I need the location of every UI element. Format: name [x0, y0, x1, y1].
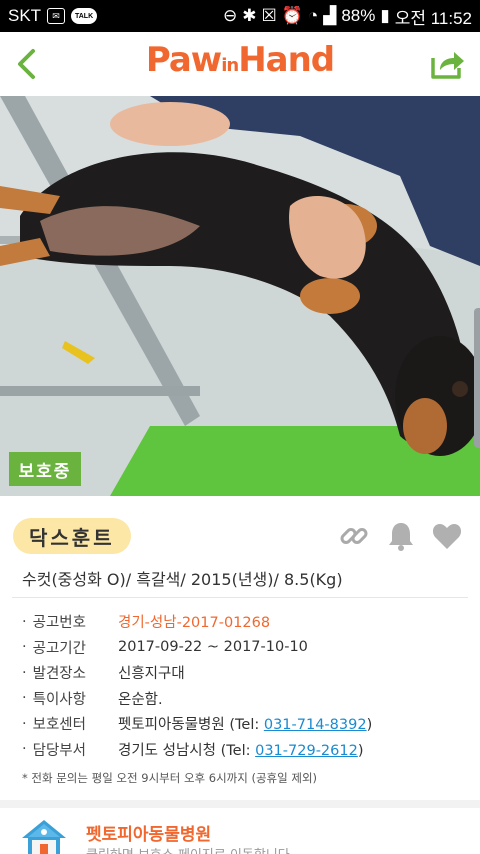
- heart-icon: [432, 524, 462, 549]
- notice-number: 경기-성남-2017-01268: [118, 615, 271, 632]
- divider: [12, 597, 468, 598]
- info-row-feature: · 특이사항 온순함.: [22, 686, 472, 712]
- info-row-dept: · 담당부서 경기도 성남시청 (Tel: 031-729-2612): [22, 741, 364, 759]
- call-hours-note: * 전화 문의는 평일 오전 9시부터 오후 6시까지 (공휴일 제외): [22, 771, 318, 785]
- dog-photo-image: [0, 96, 480, 496]
- side-scroll-tab: [474, 308, 480, 448]
- share-icon: [431, 52, 464, 79]
- center-name: 펫토피아동물병원: [118, 717, 225, 734]
- app-bar: PawinHand: [0, 32, 480, 96]
- battery-percent: 88%: [341, 6, 376, 25]
- alarm-icon: ⏰: [281, 6, 303, 25]
- notice-period: 2017-09-22 ~ 2017-10-10: [118, 639, 308, 656]
- shelter-house-icon: [22, 820, 66, 854]
- shelter-link[interactable]: 펫토피아동물병원 클릭하면 보호소 페이지로 이동합니다: [0, 800, 480, 854]
- dept-phone-link[interactable]: 031-729-2612: [255, 743, 358, 759]
- dept-name: 경기도 성남시청: [118, 742, 216, 759]
- info-row-found: · 발견장소 신흥지구대: [22, 660, 472, 686]
- signal-icon: ▟: [323, 6, 337, 25]
- talk-icon: TALK: [71, 8, 98, 24]
- info-list: · 공고번호 경기-성남-2017-01268 · 공고기간 2017-09-22 …: [22, 609, 472, 762]
- vibrate-icon: ☒: [261, 6, 277, 25]
- bell-icon: [389, 523, 413, 551]
- animal-summary: 수컷(중성화 O)/ 흑갈색/ 2015(년생)/ 8.5(Kg): [22, 570, 343, 589]
- special-notes: 온순함.: [118, 691, 163, 708]
- shelter-subtitle: 클릭하면 보호소 페이지로 이동합니다: [86, 844, 290, 854]
- center-phone-link[interactable]: 031-714-8392: [264, 717, 367, 733]
- app-logo: PawinHand: [145, 40, 335, 80]
- found-location: 신흥지구대: [118, 666, 185, 683]
- shelter-name: 펫토피아동물병원: [86, 825, 212, 845]
- link-icon: [340, 528, 368, 544]
- bluetooth-icon: ✱: [242, 6, 257, 25]
- wifi-icon: ◔: [307, 6, 319, 25]
- battery-icon: ▮: [380, 6, 390, 25]
- carrier-label: SKT: [8, 6, 42, 25]
- notification-icon: ✉: [47, 8, 66, 24]
- alarm-button[interactable]: [385, 520, 417, 552]
- status-bar: SKT ✉ TALK ⊖ ✱ ☒ ⏰ ◔ ▟ 88% ▮ 오전 11:52: [0, 0, 480, 32]
- favorite-button[interactable]: [431, 520, 463, 552]
- dnd-icon: ⊖: [223, 6, 238, 25]
- info-row-notice-no: · 공고번호 경기-성남-2017-01268: [22, 609, 472, 635]
- breed-row: 닥스훈트: [0, 496, 480, 574]
- info-row-center: · 보호센터 펫토피아동물병원 (Tel: 031-714-8392): [22, 715, 373, 734]
- status-badge: 보호중: [9, 452, 81, 486]
- clock: 오전 11:52: [394, 8, 472, 28]
- share-button[interactable]: [428, 46, 468, 82]
- animal-photo[interactable]: [0, 96, 480, 496]
- info-row-period: · 공고기간 2017-09-22 ~ 2017-10-10: [22, 635, 472, 661]
- link-button[interactable]: [338, 520, 370, 552]
- breed-chip: 닥스훈트: [13, 518, 131, 554]
